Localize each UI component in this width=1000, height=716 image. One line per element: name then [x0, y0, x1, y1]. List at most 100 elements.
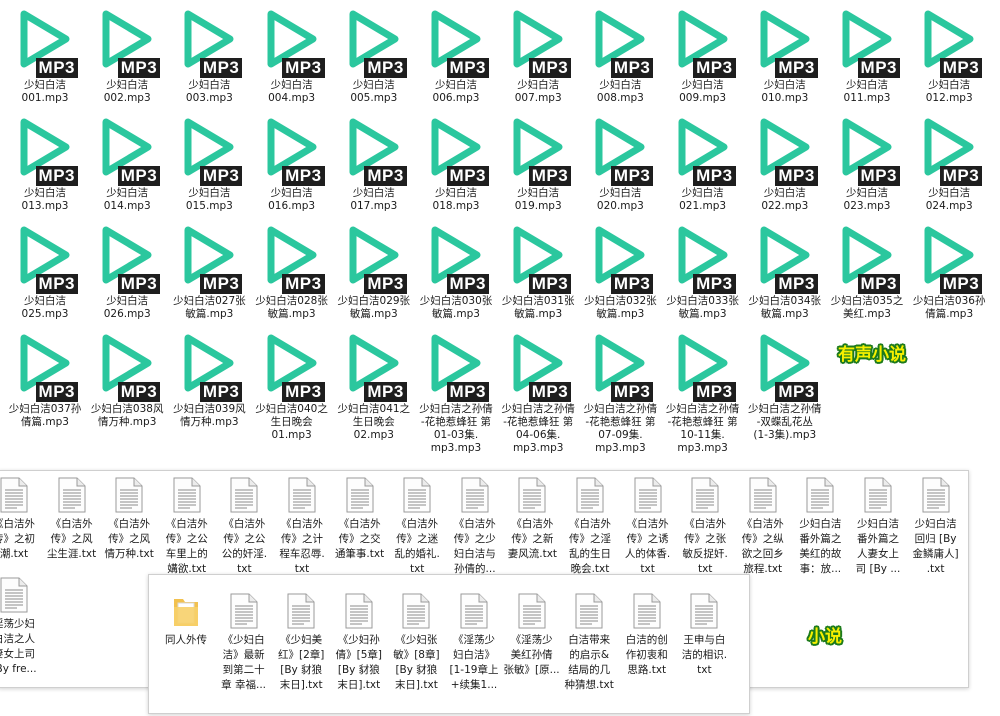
mp3-file[interactable]: MP3 少妇白洁 016.mp3: [251, 112, 333, 213]
txt-file[interactable]: 《少妇白 洁》最新 到第二十章 幸福...: [215, 593, 273, 693]
mp3-file[interactable]: MP3 少妇白洁041之 生日晚会 02.mp3: [333, 328, 415, 442]
file-name-line: 少妇白洁: [681, 79, 724, 91]
mp3-file[interactable]: MP3 少妇白洁 022.mp3: [744, 112, 826, 213]
mp3-file[interactable]: MP3 少妇白洁 017.mp3: [333, 112, 415, 213]
mp3-file[interactable]: MP3 少妇白洁 012.mp3: [908, 4, 990, 105]
txt-file[interactable]: 少妇白洁 回归 [By 金鳞庸人] .txt: [907, 477, 965, 577]
txt-file[interactable]: 《少妇张 敏》[8章] [By 豺狼 末日].txt: [387, 593, 445, 693]
mp3-file[interactable]: MP3 少妇白洁030张 敏篇.mp3: [415, 220, 497, 321]
txt-file[interactable]: 《少妇孙 倩》[5章] [By 豺狼 末日].txt: [330, 593, 388, 693]
mp3-file[interactable]: MP3 少妇白洁 020.mp3: [579, 112, 661, 213]
mp3-file[interactable]: MP3 少妇白洁 021.mp3: [662, 112, 744, 213]
txt-file[interactable]: 《白洁外 传》之诱 人的体香. txt: [619, 477, 677, 577]
txt-file[interactable]: 《白洁外 传》之公 公的奸淫. txt: [215, 477, 273, 577]
file-name-line: 010.mp3: [761, 92, 809, 104]
mp3-file[interactable]: MP3 少妇白洁 015.mp3: [168, 112, 250, 213]
file-name-label: 少妇白洁 005.mp3: [333, 79, 415, 105]
mp3-file[interactable]: MP3 少妇白洁039风 情万种.mp3: [168, 328, 250, 429]
file-name-line: 情万种.mp3: [97, 416, 157, 428]
mp3-file[interactable]: MP3 少妇白洁 006.mp3: [415, 4, 497, 105]
txt-file[interactable]: 《少妇美 红》[2章] [By 豺狼 末日].txt: [272, 593, 330, 693]
mp3-file[interactable]: MP3 少妇白洁 002.mp3: [86, 4, 168, 105]
file-name-line: 妇白洁与: [453, 548, 496, 560]
txt-file[interactable]: 《淫荡少 美红孙倩 张敏》[原...: [503, 593, 561, 678]
mp3-file[interactable]: MP3 少妇白洁036孙 倩篇.mp3: [908, 220, 990, 321]
file-name-label: 少妇白洁 011.mp3: [826, 79, 908, 105]
txt-file[interactable]: 淫荡少妇白洁之人妻女上司 [By fre...: [0, 577, 43, 677]
file-name-label: 少妇白洁 007.mp3: [497, 79, 579, 105]
mp3-badge: MP3: [199, 58, 243, 78]
txt-file[interactable]: 白洁带来 的启示& 结局的几 种猜想.txt: [560, 593, 618, 693]
file-name-label: 少妇白洁 006.mp3: [415, 79, 497, 105]
file-name-line: -双蝶乱花丛: [756, 416, 813, 428]
txt-file[interactable]: 白洁的创 作初衷和 思路.txt: [618, 593, 676, 678]
txt-file[interactable]: 《白洁外 传》之交 通筆事.txt: [331, 477, 389, 562]
mp3-file[interactable]: MP3 少妇白洁 023.mp3: [826, 112, 908, 213]
txt-file[interactable]: 《白洁外 传》之少 妇白洁与 孙倩的...: [446, 477, 504, 577]
txt-file[interactable]: 《白洁外 传》之公 车里上的 媾欲.txt: [158, 477, 216, 577]
mp3-file[interactable]: MP3 少妇白洁 019.mp3: [497, 112, 579, 213]
text-file-icon: [922, 477, 950, 513]
file-name-label: 白洁的创 作初衷和 思路.txt: [618, 633, 676, 678]
txt-file[interactable]: 《白洁外 传》之淫 乱的生日 晚会.txt: [561, 477, 619, 577]
mp3-file[interactable]: MP3 少妇白洁031张 敏篇.mp3: [497, 220, 579, 321]
mp3-file[interactable]: MP3 少妇白洁 003.mp3: [168, 4, 250, 105]
file-name-label: 《白洁外传》之初潮.txt: [0, 517, 43, 562]
mp3-file[interactable]: MP3 少妇白洁 004.mp3: [251, 4, 333, 105]
mp3-file[interactable]: MP3 少妇白洁032张 敏篇.mp3: [579, 220, 661, 321]
txt-file[interactable]: 少妇白洁 番外篇之 人妻女上司 [By ...: [849, 477, 907, 577]
text-file-icon: [690, 593, 718, 629]
mp3-file[interactable]: MP3 少妇白洁之孙倩 -花艳惹蜂狂 第 07-09集. mp3.mp3: [579, 328, 661, 455]
text-file-icon: [576, 477, 604, 513]
txt-file[interactable]: 《白洁外 传》之新 妻风流.txt: [503, 477, 561, 562]
text-file-icon: [287, 593, 315, 629]
folder-item[interactable]: 同人外传: [157, 593, 215, 648]
file-name-line: 少妇白洁027张: [173, 295, 246, 307]
txt-file[interactable]: 王申与白 洁的相识. txt: [675, 593, 733, 678]
file-name-line: 敏篇.mp3: [514, 308, 563, 320]
mp3-file[interactable]: MP3 少妇白洁 001.mp3: [4, 4, 86, 105]
mp3-file[interactable]: MP3 少妇白洁027张 敏篇.mp3: [168, 220, 250, 321]
mp3-file[interactable]: MP3 少妇白洁 007.mp3: [497, 4, 579, 105]
txt-file[interactable]: 《白洁外 传》之风 情万种.txt: [100, 477, 158, 562]
mp3-file[interactable]: MP3 少妇白洁 013.mp3: [4, 112, 86, 213]
mp3-file[interactable]: MP3 少妇白洁 011.mp3: [826, 4, 908, 105]
txt-file[interactable]: 《白洁外 传》之纵 欲之回乡 旅程.txt: [734, 477, 792, 577]
mp3-file[interactable]: MP3 少妇白洁037孙 倩篇.mp3: [4, 328, 86, 429]
file-name-label: 《白洁外 传》之纵 欲之回乡 旅程.txt: [734, 517, 792, 577]
mp3-file[interactable]: MP3 少妇白洁028张 敏篇.mp3: [251, 220, 333, 321]
txt-file[interactable]: 《白洁外传》之初潮.txt: [0, 477, 43, 562]
txt-file[interactable]: 《白洁外 传》之风 尘生涯.txt: [43, 477, 101, 562]
mp3-file[interactable]: MP3 少妇白洁 025.mp3: [4, 220, 86, 321]
mp3-file[interactable]: MP3 少妇白洁之孙倩 -双蝶乱花丛 (1-3集).mp3: [744, 328, 826, 442]
txt-file[interactable]: 少妇白洁 番外篇之 美红的故 事：放...: [791, 477, 849, 577]
txt-file[interactable]: 《白洁外 传》之迷 乱的婚礼. txt: [388, 477, 446, 577]
mp3-file-grid: MP3 少妇白洁 001.mp3 MP3 少妇白洁 002.mp3 MP3 少妇白洁 003.m…: [0, 0, 1000, 470]
mp3-file[interactable]: MP3 少妇白洁 008.mp3: [579, 4, 661, 105]
mp3-file[interactable]: MP3 少妇白洁之孙倩 -花艳惹蜂狂 第 01-03集. mp3.mp3: [415, 328, 497, 455]
mp3-file[interactable]: MP3 少妇白洁之孙倩 -花艳惹蜂狂 第 04-06集. mp3.mp3: [497, 328, 579, 455]
mp3-file[interactable]: MP3 少妇白洁035之 美红.mp3: [826, 220, 908, 321]
mp3-file[interactable]: MP3 少妇白洁 024.mp3: [908, 112, 990, 213]
mp3-file[interactable]: MP3 少妇白洁 005.mp3: [333, 4, 415, 105]
file-name-line: mp3.mp3: [595, 442, 646, 454]
mp3-file[interactable]: MP3 少妇白洁 026.mp3: [86, 220, 168, 321]
mp3-badge: MP3: [199, 166, 243, 186]
file-name-line: 少妇白洁: [799, 518, 842, 530]
txt-file[interactable]: 《淫荡少 妇白洁》 [1-19章上 +续集1...: [445, 593, 503, 693]
mp3-file[interactable]: MP3 少妇白洁029张 敏篇.mp3: [333, 220, 415, 321]
mp3-file[interactable]: MP3 少妇白洁038风 情万种.mp3: [86, 328, 168, 429]
text-file-icon: [634, 477, 662, 513]
mp3-file[interactable]: MP3 少妇白洁033张 敏篇.mp3: [662, 220, 744, 321]
mp3-file[interactable]: MP3 少妇白洁 018.mp3: [415, 112, 497, 213]
mp3-file[interactable]: MP3 少妇白洁 010.mp3: [744, 4, 826, 105]
mp3-file[interactable]: MP3 少妇白洁 014.mp3: [86, 112, 168, 213]
file-name-label: 少妇白洁 012.mp3: [908, 79, 990, 105]
mp3-file[interactable]: MP3 少妇白洁034张 敏篇.mp3: [744, 220, 826, 321]
mp3-file[interactable]: MP3 少妇白洁040之 生日晚会 01.mp3: [251, 328, 333, 442]
mp3-file[interactable]: MP3 少妇白洁 009.mp3: [662, 4, 744, 105]
mp3-file[interactable]: MP3 少妇白洁之孙倩 -花艳惹蜂狂 第 10-11集. mp3.mp3: [662, 328, 744, 455]
txt-file[interactable]: 《白洁外 传》之张 敏反捉奸. txt: [676, 477, 734, 577]
txt-file[interactable]: 《白洁外 传》之计 程车忍辱. txt: [273, 477, 331, 577]
file-name-line: 023.mp3: [843, 200, 891, 212]
